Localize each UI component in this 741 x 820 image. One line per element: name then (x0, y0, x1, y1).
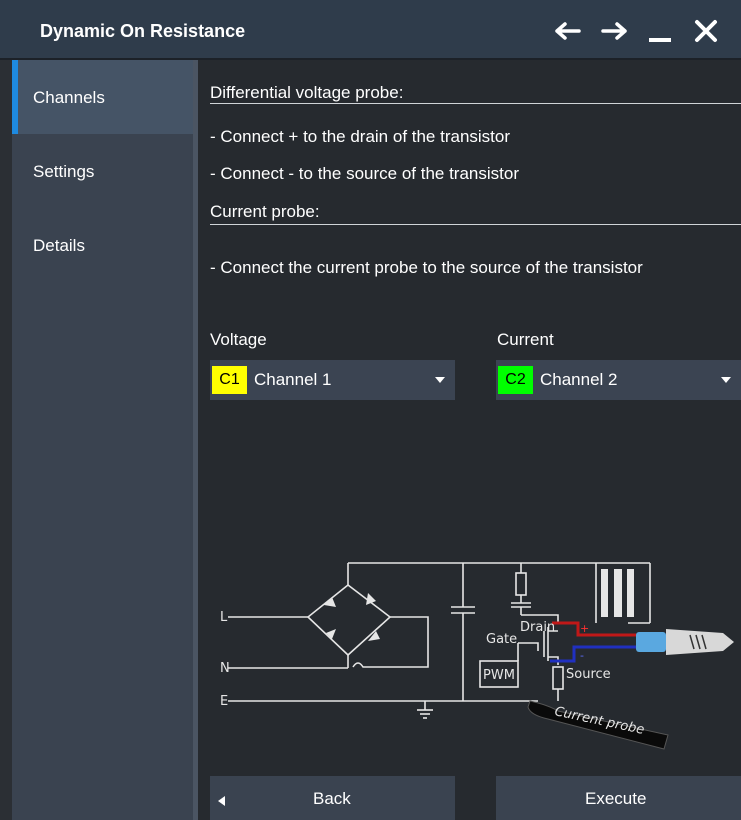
current-probe-heading: Current probe: (210, 202, 320, 221)
label-l: L (220, 610, 228, 625)
voltage-instruction-1: - Connect + to the drain of the transist… (210, 127, 511, 146)
execute-button-label: Execute (585, 789, 647, 808)
channel-badge: C2 (498, 366, 533, 394)
back-button-label: Back (313, 789, 351, 808)
svg-text:+: + (580, 622, 589, 635)
close-icon[interactable] (691, 17, 721, 45)
title-bar: Dynamic On Resistance (0, 0, 741, 60)
sidebar: Channels Settings Details (12, 60, 193, 820)
label-gate: Gate (486, 632, 517, 647)
minimize-icon[interactable] (645, 17, 675, 45)
active-indicator (12, 60, 18, 134)
current-label: Current (497, 330, 554, 349)
channel-badge: C1 (212, 366, 247, 394)
label-pwm: PWM (483, 668, 515, 683)
label-current-probe: Current probe (553, 704, 645, 738)
chevron-down-icon (435, 377, 445, 383)
window-frame (0, 60, 12, 820)
circuit-diagram: + - L N E Drain Gate PWM Source Current … (218, 555, 741, 755)
voltage-probe-heading: Differential voltage probe: (210, 83, 404, 102)
sidebar-item-channels[interactable]: Channels (12, 60, 193, 134)
arrow-left-icon[interactable] (553, 17, 583, 45)
voltage-label: Voltage (210, 330, 267, 349)
sidebar-item-label: Channels (33, 88, 105, 107)
label-n: N (220, 661, 230, 676)
divider (210, 103, 741, 104)
sidebar-item-details[interactable]: Details (12, 208, 193, 282)
label-source: Source (566, 667, 611, 682)
back-button[interactable]: Back (210, 776, 455, 820)
window-title: Dynamic On Resistance (40, 21, 246, 41)
chevron-down-icon (721, 377, 731, 383)
selected-value: Channel 1 (254, 370, 332, 389)
current-channel-select[interactable]: C2 Channel 2 (496, 360, 741, 400)
label-e: E (220, 694, 228, 709)
voltage-instruction-2: - Connect - to the source of the transis… (210, 164, 519, 183)
execute-button[interactable]: Execute (496, 776, 741, 820)
sidebar-item-label: Details (33, 236, 85, 255)
circuit-schematic: + - L N E Drain Gate PWM Source Current … (220, 562, 734, 750)
sidebar-item-label: Settings (33, 162, 95, 181)
voltage-channel-select[interactable]: C1 Channel 1 (210, 360, 455, 400)
sidebar-item-settings[interactable]: Settings (12, 134, 193, 208)
arrow-right-icon[interactable] (599, 17, 629, 45)
svg-text:-: - (580, 649, 584, 662)
triangle-left-icon (218, 793, 226, 811)
divider (210, 224, 741, 225)
selected-value: Channel 2 (540, 370, 618, 389)
label-drain: Drain (520, 620, 555, 635)
current-instruction-1: - Connect the current probe to the sourc… (210, 258, 643, 277)
